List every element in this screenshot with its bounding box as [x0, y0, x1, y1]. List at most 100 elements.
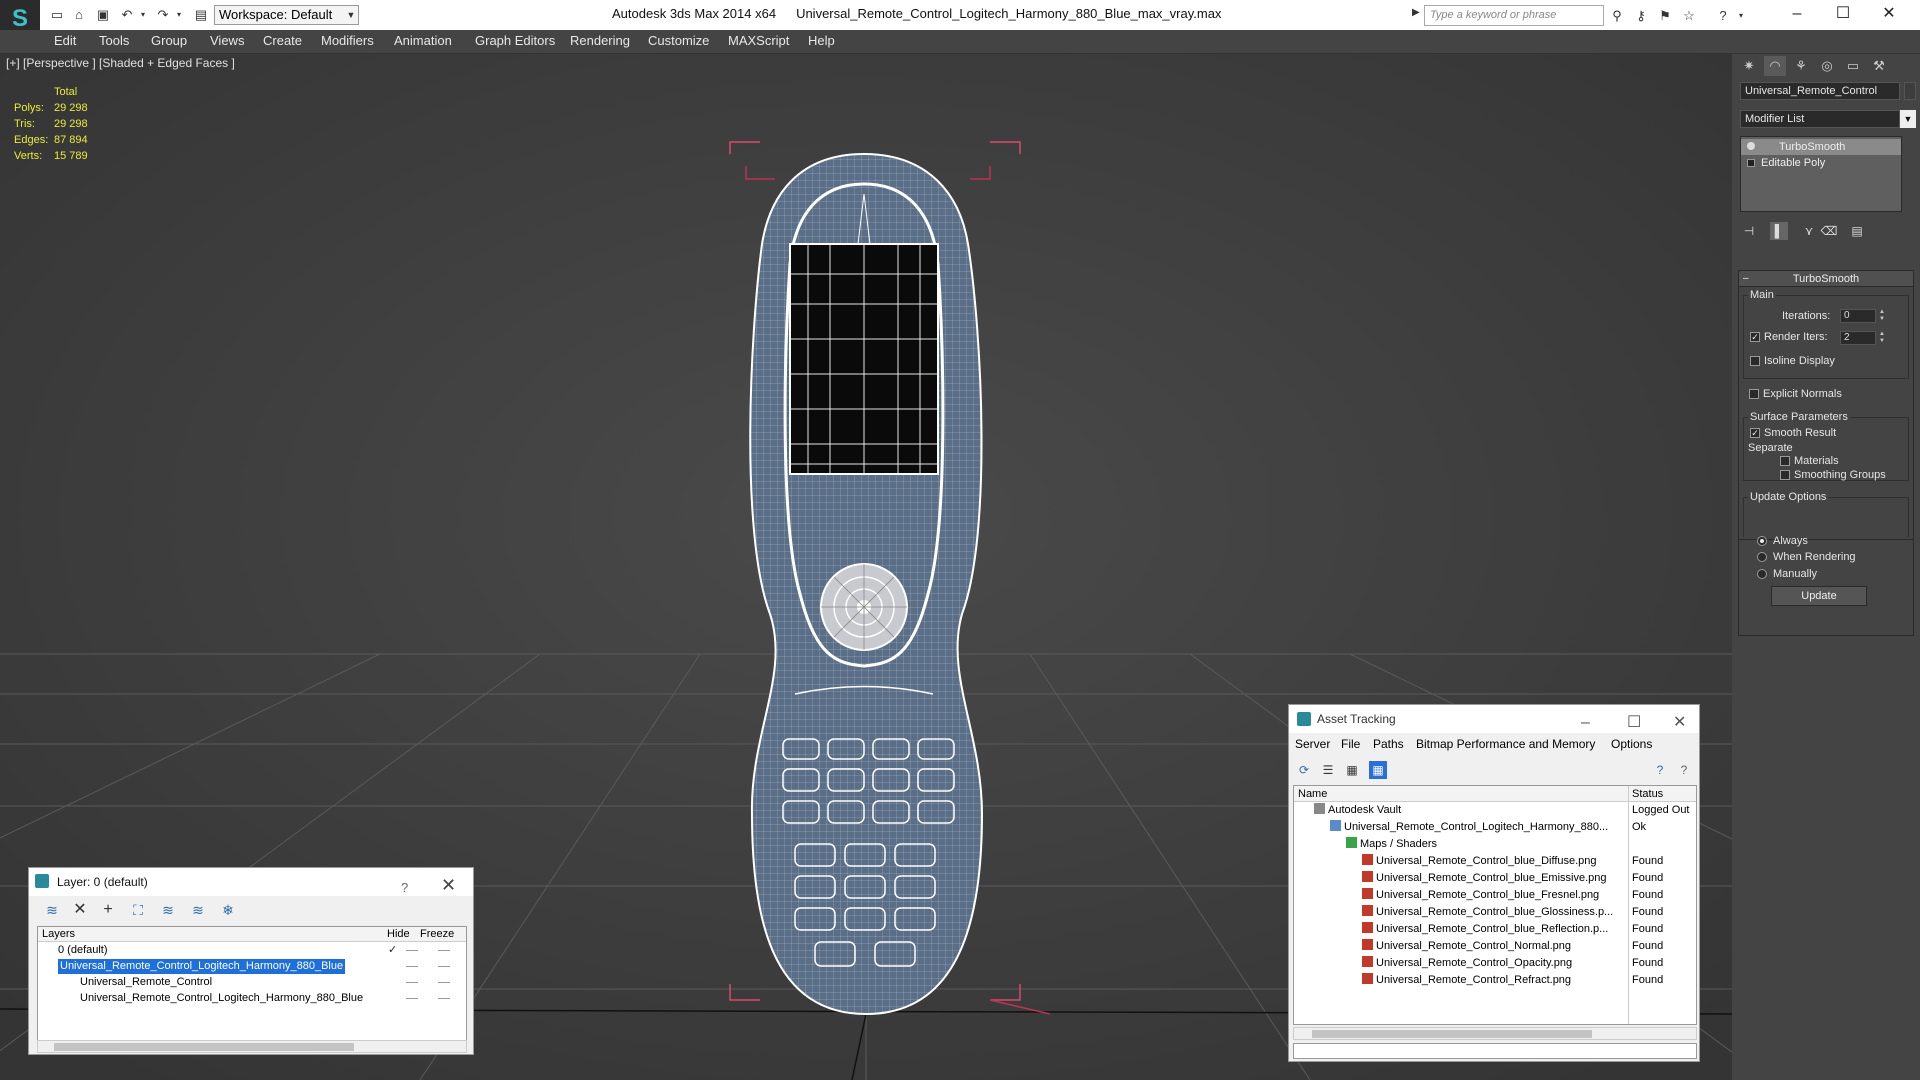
asset-row-map[interactable]: Universal_Remote_Control_Normal.png Foun…: [1294, 938, 1696, 955]
render-iters-spinner[interactable]: 2: [1840, 331, 1876, 345]
save-file-icon[interactable]: ▣: [94, 6, 112, 23]
menu-tools[interactable]: Tools: [99, 33, 129, 48]
layer-row[interactable]: 0 (default) ✓: [38, 943, 466, 958]
menu-file[interactable]: File: [1341, 737, 1360, 751]
perspective-viewport[interactable]: [+] [Perspective ] [Shaded + Edged Faces…: [0, 54, 1732, 1080]
minimize-button[interactable]: –: [1782, 3, 1812, 25]
scrollbar-thumb[interactable]: [54, 1043, 354, 1051]
menu-bitmap-performance[interactable]: Bitmap Performance and Memory: [1416, 737, 1595, 751]
menu-server[interactable]: Server: [1295, 737, 1330, 751]
subscription-center-icon[interactable]: ⚷: [1632, 7, 1650, 24]
menu-customize[interactable]: Customize: [648, 33, 709, 48]
select-objects-in-layer-icon[interactable]: ⛶: [129, 902, 147, 918]
smoothing-groups-checkbox[interactable]: [1780, 470, 1790, 480]
asset-row-map[interactable]: Universal_Remote_Control_blue_Glossiness…: [1294, 904, 1696, 921]
column-name[interactable]: Name: [1298, 788, 1327, 800]
isoline-display-checkbox[interactable]: [1750, 356, 1760, 366]
asset-row-map[interactable]: Universal_Remote_Control_blue_Fresnel.pn…: [1294, 887, 1696, 904]
quick-access-menu-icon[interactable]: ▾: [342, 6, 360, 23]
menu-rendering[interactable]: Rendering: [570, 33, 630, 48]
settings-help-icon[interactable]: ?: [1675, 761, 1693, 779]
smooth-result-checkbox[interactable]: ✓: [1750, 428, 1760, 438]
detail-view-icon[interactable]: ▦: [1343, 761, 1361, 779]
column-status[interactable]: Status: [1632, 788, 1663, 800]
rollout-header[interactable]: – TurboSmooth: [1739, 271, 1913, 287]
menu-options[interactable]: Options: [1611, 737, 1652, 751]
layer-row-selected[interactable]: Universal_Remote_Control_Logitech_Harmon…: [38, 959, 466, 974]
menu-animation[interactable]: Animation: [394, 33, 452, 48]
motion-tab-icon[interactable]: ◎: [1816, 56, 1838, 76]
asset-path-field[interactable]: [1293, 1043, 1697, 1059]
always-radio[interactable]: [1757, 536, 1767, 546]
layer-object-row[interactable]: Universal_Remote_Control_Logitech_Harmon…: [38, 991, 466, 1006]
asset-row-vault[interactable]: Autodesk Vault Logged Out: [1294, 802, 1696, 819]
active-layer-check-icon[interactable]: ✓: [388, 943, 397, 958]
menu-edit[interactable]: Edit: [54, 33, 76, 48]
modify-tab-icon[interactable]: ◠: [1764, 56, 1786, 76]
object-name-field[interactable]: Universal_Remote_Control: [1740, 82, 1900, 100]
object-color-swatch[interactable]: [1904, 82, 1916, 100]
menu-create[interactable]: Create: [263, 33, 302, 48]
add-to-layer-icon[interactable]: +: [99, 902, 117, 918]
spinner-arrows-icon[interactable]: ▲ ▼: [1878, 331, 1886, 345]
modifier-list-dropdown[interactable]: Modifier List: [1740, 110, 1900, 128]
table-view-icon[interactable]: ▦: [1369, 761, 1387, 779]
delete-layer-icon[interactable]: ✕: [71, 902, 89, 918]
remove-modifier-icon[interactable]: ⌫: [1820, 222, 1838, 240]
column-layers[interactable]: Layers: [42, 928, 75, 940]
new-file-icon[interactable]: ▭: [48, 6, 66, 23]
search-input[interactable]: Type a keyword or phrase: [1424, 5, 1604, 26]
asset-row-maps-folder[interactable]: Maps / Shaders: [1294, 836, 1696, 853]
stack-item-editable-poly[interactable]: Editable Poly: [1741, 155, 1901, 171]
show-end-result-icon[interactable]: ▌: [1770, 222, 1788, 240]
highlight-layer-icon[interactable]: ≋: [159, 902, 177, 918]
close-button[interactable]: ✕: [1874, 3, 1904, 25]
open-file-icon[interactable]: ⌂: [70, 6, 88, 23]
binoculars-icon[interactable]: ⚲: [1608, 7, 1626, 24]
asset-row-map[interactable]: Universal_Remote_Control_blue_Emissive.p…: [1294, 870, 1696, 887]
configure-modifier-sets-icon[interactable]: ▤: [1848, 222, 1866, 240]
menu-graph-editors[interactable]: Graph Editors: [475, 33, 555, 48]
undo-dropdown-icon[interactable]: ▾: [134, 6, 152, 23]
menu-maxscript[interactable]: MAXScript: [728, 33, 789, 48]
menu-views[interactable]: Views: [210, 33, 244, 48]
pin-stack-icon[interactable]: ⊣: [1740, 222, 1758, 240]
update-button[interactable]: Update: [1771, 586, 1867, 606]
layer-manager-window[interactable]: Layer: 0 (default) ? ✕ ≋ ✕ + ⛶ ≋ ≋ ❄ Lay…: [28, 867, 474, 1055]
iterations-spinner[interactable]: 0: [1840, 309, 1876, 323]
communication-center-icon[interactable]: ⚑: [1656, 7, 1674, 24]
list-view-icon[interactable]: ☰: [1319, 761, 1337, 779]
freeze-all-layers-icon[interactable]: ❄: [219, 902, 237, 918]
menu-group[interactable]: Group: [151, 33, 187, 48]
help-icon[interactable]: ?: [1651, 761, 1669, 779]
layer-horizontal-scrollbar[interactable]: [37, 1040, 467, 1053]
materials-checkbox[interactable]: [1780, 456, 1790, 466]
when-rendering-radio[interactable]: [1757, 552, 1767, 562]
create-tab-icon[interactable]: ✷: [1738, 56, 1760, 76]
asset-row-map[interactable]: Universal_Remote_Control_blue_Reflection…: [1294, 921, 1696, 938]
render-iters-checkbox[interactable]: ✓: [1750, 332, 1760, 342]
menu-paths[interactable]: Paths: [1373, 737, 1404, 751]
close-layer-window-button[interactable]: ✕: [441, 871, 456, 899]
layer-window-title[interactable]: Layer: 0 (default) ? ✕: [29, 868, 473, 896]
asset-row-scene-file[interactable]: Universal_Remote_Control_Logitech_Harmon…: [1294, 819, 1696, 836]
expand-toggle-icon[interactable]: [1747, 159, 1755, 167]
asset-tracking-title-bar[interactable]: Asset Tracking – ☐ ✕: [1289, 705, 1699, 733]
modifier-list-arrow-icon[interactable]: ▼: [1900, 110, 1916, 128]
asset-row-map[interactable]: Universal_Remote_Control_Opacity.png Fou…: [1294, 955, 1696, 972]
favorites-star-icon[interactable]: ☆: [1680, 7, 1698, 24]
explicit-normals-checkbox[interactable]: [1749, 389, 1759, 399]
manually-radio[interactable]: [1757, 569, 1767, 579]
maximize-button[interactable]: ☐: [1828, 3, 1858, 25]
modifier-on-bulb-icon[interactable]: [1747, 142, 1755, 150]
search-expand-icon[interactable]: ▶: [1412, 7, 1420, 18]
layer-object-row[interactable]: Universal_Remote_Control: [38, 975, 466, 990]
asset-horizontal-scrollbar[interactable]: [1293, 1027, 1697, 1040]
menu-help[interactable]: Help: [808, 33, 835, 48]
asset-row-map[interactable]: Universal_Remote_Control_blue_Diffuse.pn…: [1294, 853, 1696, 870]
hierarchy-tab-icon[interactable]: ⚘: [1790, 56, 1812, 76]
redo-dropdown-icon[interactable]: ▾: [170, 6, 188, 23]
utilities-tab-icon[interactable]: ⚒: [1868, 56, 1890, 76]
column-freeze[interactable]: Freeze: [420, 928, 454, 940]
make-unique-icon[interactable]: ⋎: [1800, 222, 1818, 240]
